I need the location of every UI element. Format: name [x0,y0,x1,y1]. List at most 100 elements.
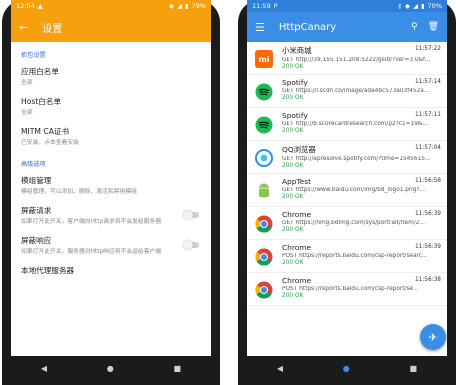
pref-title: 屏蔽请求 [21,206,52,215]
pref-summary: 模组管理，可以添加、删除、激活和禁用模组 [21,189,137,195]
status-bar: 11:59 P ⚷ ◆ ◢ ▮ 70% [247,0,447,12]
request-row[interactable]: QQ浏览器 11:57:04 GET http://apresolve.spotif… [247,141,447,174]
app-name: Chrome [282,210,311,219]
nav-back-icon[interactable]: ◀ [277,364,283,373]
wifi-icon: ◆ [404,2,410,10]
app-title: HttpCanary [278,21,337,33]
back-arrow-icon[interactable]: ← [19,21,28,34]
pref-block-request[interactable]: 屏蔽请求 如果打开此开关，客户端向Http请求将不会发给服务器 [11,200,211,230]
nav-home-icon[interactable]: ● [343,364,350,373]
pref-title: Host白名单 [21,97,62,106]
request-time: 11:57:11 [414,112,441,118]
pref-module-management[interactable]: 模组管理 模组管理，可以添加、删除、激活和禁用模组 [11,170,211,200]
request-row[interactable]: Chrome 11:56:38 POST https://reports.baidu… [247,273,447,306]
response-status: 200 OK [282,95,304,101]
block-response-toggle[interactable] [183,240,199,250]
request-url: POST https://reports.baidu.com/csp-repor… [282,253,428,259]
nav-recents-icon[interactable]: ■ [410,364,418,373]
request-url: GET https://hmg.bdimg.com/sys/portrait/i… [282,220,425,226]
request-row[interactable]: mi 小米商城 11:57:22 GET http://39.155.151.208:… [247,42,447,75]
pref-block-response[interactable]: 屏蔽响应 如果打开此开关，服务器对Http响应将不会返给客户端 [11,230,211,260]
nav-recents-icon[interactable]: ■ [174,364,182,373]
status-time: 11:59 [252,2,271,10]
key-icon: ⚷ [397,2,402,10]
request-row[interactable]: Spotify 11:57:14 GET https://i.scdn.co/ima… [247,75,447,108]
request-url: GET https://www.baidu.com/img/bd_logo1.p… [282,187,425,193]
signal-icon: ◢ [176,2,182,10]
request-info: Spotify 11:57:14 GET https://i.scdn.co/ima… [282,78,441,101]
response-status: 200 OK [282,260,304,266]
request-time: 11:56:39 [414,211,441,217]
request-url: GET https://i.scdn.co/image/ada4bc573a03… [282,88,430,94]
pref-app-whitelist[interactable]: 应用白名单 全部 [11,61,211,91]
request-time: 11:57:22 [414,46,441,52]
request-row[interactable]: AppTest 11:56:58 GET https://www.baidu.com… [247,174,447,207]
pref-summary: 如果打开此开关，客户端向Http请求将不会发给服务器 [21,219,162,225]
response-status: 200 OK [282,163,304,169]
pref-summary: 全部 [21,110,33,116]
request-info: Spotify 11:57:11 GET http://b.scorecardres… [282,111,441,134]
request-row[interactable]: Chrome 11:56:39 POST https://reports.baidu… [247,240,447,273]
nav-home-icon[interactable]: ● [107,364,114,373]
response-status: 200 OK [282,293,304,299]
response-status: 200 OK [282,227,304,233]
app-name: Spotify [282,78,308,87]
left-phone: 12:54 ▲ ◆ ◢ ▮ 79% ← 设置 抓包设置 应用白名单 全部 Hos… [2,0,220,385]
request-time: 11:57:14 [414,79,441,85]
request-time: 11:56:58 [414,178,441,184]
delete-icon[interactable]: 🗑 [428,22,439,32]
mi-icon: mi [255,50,273,68]
qq-browser-icon [255,149,273,167]
battery-icon: ▮ [420,2,425,10]
battery-level: 79% [191,2,206,10]
request-url: GET http://apresolve.spotify.com/?time=1… [282,156,431,162]
request-row[interactable]: Spotify 11:57:11 GET http://b.scorecardres… [247,108,447,141]
capture-list: mi 小米商城 11:57:22 GET http://39.155.151.208:… [247,42,447,306]
request-info: 小米商城 11:57:22 GET http://39.155.151.208:52… [282,45,441,70]
menu-icon[interactable]: ☰ [255,21,265,34]
pref-title: MITM CA证书 [21,127,70,136]
page-title: 设置 [42,23,63,35]
pref-title: 模组管理 [21,176,52,185]
android-icon [255,182,273,200]
pref-summary: 全部 [21,80,33,86]
pref-host-whitelist[interactable]: Host白名单 全部 [11,91,211,121]
app-name: Spotify [282,111,308,120]
request-url: GET http://39.155.151.208:5222/gslb/?ver… [282,57,431,63]
battery-icon: ▮ [184,2,189,10]
section-header-capture: 抓包设置 [21,52,46,59]
pref-mitm-ca[interactable]: MITM CA证书 已安装，点击查看安装 [11,121,211,151]
capture-list-screen: 11:59 P ⚷ ◆ ◢ ▮ 70% ☰ HttpCanary ⚲ 🗑 mi 小… [247,0,447,356]
wifi-icon: ◆ [168,2,174,10]
app-name: QQ浏览器 [282,145,316,154]
request-info: QQ浏览器 11:57:04 GET http://apresolve.spotif… [282,144,441,169]
pref-summary: 如果打开此开关，服务器对Http响应将不会返给客户端 [21,249,162,255]
nav-back-icon[interactable]: ◀ [41,364,47,373]
request-info: Chrome 11:56:38 POST https://reports.baidu… [282,276,441,299]
capture-fab-button[interactable]: ✈ [420,324,446,350]
block-request-toggle[interactable] [183,210,199,220]
signal-icon: ◢ [412,2,418,10]
response-status: 200 OK [282,194,304,200]
chrome-icon [255,215,273,233]
section-header-advanced: 高级选项 [21,161,46,168]
chrome-icon [255,248,273,266]
spotify-icon [255,83,273,101]
pref-local-proxy[interactable]: 本地代理服务器 [11,260,211,280]
app-name: 小米商城 [282,46,312,55]
pref-title: 屏蔽响应 [21,236,52,245]
app-name: AppTest [282,177,311,186]
pref-title: 应用白名单 [21,67,59,76]
nav-bar: ◀ ● ■ [247,356,447,380]
request-info: AppTest 11:56:58 GET https://www.baidu.com… [282,177,441,200]
request-row[interactable]: Chrome 11:56:39 GET https://hmg.bdimg.com/… [247,207,447,240]
request-time: 11:56:38 [414,277,441,283]
request-url: GET http://b.scorecardresearch.com/p2?c1… [282,121,428,127]
request-time: 11:56:39 [414,244,441,250]
paper-plane-icon: ✈ [428,330,438,344]
search-icon[interactable]: ⚲ [411,22,418,32]
capture-app-bar: ☰ HttpCanary ⚲ 🗑 [247,12,447,42]
notification-icon: ▲ [37,2,43,10]
notification-icon: P [273,2,278,10]
request-time: 11:57:04 [414,145,441,151]
